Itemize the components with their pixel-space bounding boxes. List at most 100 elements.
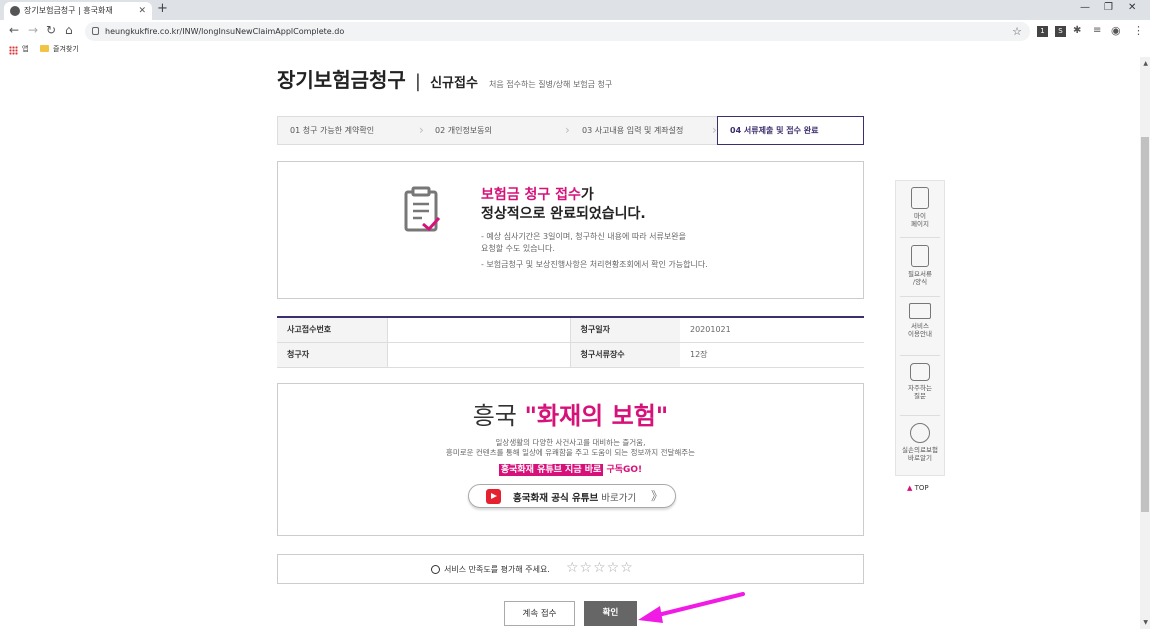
quick-label: 실손의료보험	[902, 446, 938, 454]
person-card-icon	[911, 187, 929, 209]
step-indicator: 01 청구 가능한 계약확인 › 02 개인정보동의 › 03 사고내용 입력 …	[277, 116, 864, 145]
quick-label: 질문	[914, 392, 926, 400]
clipboard-check-icon	[404, 186, 440, 232]
document-icon	[911, 245, 929, 267]
home-icon[interactable]: ⌂	[65, 23, 73, 37]
promo-title: 흥국 "화재의 보험"	[278, 396, 863, 431]
completion-highlight: 보험금 청구 접수	[481, 187, 581, 203]
quick-service-guide[interactable]: 서비스 이용안내	[896, 303, 944, 338]
extension-s-icon[interactable]: S	[1055, 26, 1066, 37]
folder-icon	[40, 45, 49, 52]
page-description: 처음 접수하는 질병/상해 보험금 청구	[489, 80, 613, 89]
cell-value	[386, 317, 571, 343]
note-line: - 보험금청구 및 보상진행사항은 처리현황조회에서 확인 가능합니다.	[481, 260, 708, 269]
quick-documents[interactable]: 필요서류 /양식	[896, 245, 944, 286]
step-4-active: 04 서류제출 및 접수 완료	[717, 116, 864, 145]
completion-heading-line1: 보험금 청구 접수가	[481, 184, 594, 204]
profile-avatar-icon[interactable]: ◉	[1111, 24, 1121, 37]
back-icon[interactable]: ←	[9, 23, 19, 37]
promo-cta-highlight: 흥국화재 유튜브 지금 바로	[498, 464, 604, 476]
page-scrollbar[interactable]	[1140, 57, 1150, 629]
completion-notes: - 예상 심사기간은 3일이며, 청구하신 내용에 따라 서류보완을 요청할 수…	[481, 231, 708, 271]
divider	[900, 355, 940, 356]
continue-claim-button[interactable]: 계속 접수	[504, 601, 575, 626]
step-1: 01 청구 가능한 계약확인	[277, 116, 425, 145]
cell-label: 청구서류장수	[570, 342, 680, 368]
rating-stars[interactable]: ☆☆☆☆☆	[566, 560, 634, 576]
quick-label: /양식	[912, 278, 928, 286]
scroll-thumb[interactable]	[1141, 137, 1149, 512]
rating-label: 서비스 만족도를 평가해 주세요.	[444, 565, 550, 574]
bookmarks-bar: 앱 즐겨찾기	[0, 43, 1150, 57]
double-chevron-right-icon: 》	[650, 489, 663, 503]
table-row: 청구자 청구서류장수 12장	[277, 342, 864, 368]
bookmark-apps[interactable]: 앱	[22, 44, 28, 54]
lightbulb-icon	[910, 423, 930, 443]
page-title: 장기보험금청구	[277, 68, 406, 92]
browser-tabbar: 장기보험금청구 | 흥국화재 ✕ + — ❐ ✕	[0, 0, 1150, 20]
scroll-up-icon[interactable]: ▲	[1143, 60, 1148, 67]
new-tab-icon[interactable]: +	[157, 1, 168, 16]
satisfaction-rating: 서비스 만족도를 평가해 주세요. ☆☆☆☆☆	[277, 554, 864, 584]
youtube-promo-banner: 흥국 "화재의 보험" 일상생활의 다양한 사건사고를 대비하는 즐거움, 흥미…	[277, 383, 864, 536]
youtube-button-label: 흥국화재 공식 유튜브 바로가기	[513, 490, 636, 504]
cell-value	[386, 342, 571, 368]
extensions-puzzle-icon[interactable]: ✱	[1073, 25, 1081, 36]
annotation-arrow-icon	[638, 592, 745, 623]
note-line: 요청할 수도 있습니다.	[481, 244, 555, 253]
quick-label: 필요서류	[908, 270, 932, 278]
divider	[900, 415, 940, 416]
quick-label: 마이	[914, 212, 926, 220]
quick-menu: 마이 페이지 필요서류 /양식 서비스 이용안내 자주하는 질문 실손의료보험 …	[895, 180, 945, 476]
title-separator: |	[414, 71, 421, 92]
window-close-icon[interactable]: ✕	[1128, 2, 1136, 13]
smile-icon	[431, 565, 440, 574]
cell-value: 12장	[680, 342, 864, 368]
top-label: TOP	[914, 484, 929, 492]
page-header: 장기보험금청구 | 신규접수 처음 접수하는 질병/상해 보험금 청구	[277, 64, 612, 93]
url-text: heungkukfire.co.kr/INW/longInsuNewClaimA…	[105, 27, 345, 36]
quick-faq[interactable]: 자주하는 질문	[896, 363, 944, 400]
minimize-icon[interactable]: —	[1080, 2, 1090, 13]
site-favicon-icon	[10, 6, 20, 16]
cell-label: 사고접수번호	[277, 317, 387, 343]
tab-close-icon[interactable]: ✕	[138, 2, 146, 20]
address-bar[interactable]: heungkukfire.co.kr/INW/longInsuNewClaimA…	[85, 22, 1030, 41]
quick-medical-insurance[interactable]: 실손의료보험 바로알기	[896, 423, 944, 462]
menu-kebab-icon[interactable]: ⋮	[1133, 24, 1144, 37]
reading-list-icon[interactable]: ≡	[1093, 25, 1101, 36]
quick-label: 이용안내	[908, 330, 932, 338]
table-row: 사고접수번호 청구일자 20201021	[277, 317, 864, 343]
tab-title: 장기보험금청구 | 흥국화재	[24, 6, 113, 15]
extension-1-icon[interactable]: 1	[1037, 26, 1048, 37]
up-triangle-icon: ▲	[907, 484, 913, 492]
reload-icon[interactable]: ↻	[46, 23, 56, 37]
divider	[900, 296, 940, 297]
forward-icon[interactable]: →	[28, 23, 38, 37]
bookmark-favorites[interactable]: 즐겨찾기	[40, 44, 79, 54]
bookmark-star-icon[interactable]: ☆	[1012, 22, 1022, 41]
note-line: - 예상 심사기간은 3일이며, 청구하신 내용에 따라 서류보완을	[481, 232, 686, 241]
promo-cta: 흥국화재 유튜브 지금 바로 구독GO!	[278, 462, 863, 476]
promo-title-prefix: 흥국	[472, 402, 525, 430]
apps-grid-icon[interactable]	[9, 46, 18, 55]
youtube-label-bold: 흥국화재 공식 유튜브	[513, 493, 599, 504]
promo-title-highlight: "화재의 보험"	[524, 402, 669, 430]
step-2: 02 개인정보동의	[423, 116, 571, 145]
youtube-channel-button[interactable]: 흥국화재 공식 유튜브 바로가기 》	[468, 484, 676, 508]
chat-bubble-icon	[910, 363, 930, 381]
cell-value: 20201021	[680, 317, 864, 343]
youtube-icon	[486, 489, 501, 504]
promo-text-line2: 흥미로운 컨텐츠를 통해 일상에 유쾌함을 주고 도움이 되는 정보까지 전달해…	[445, 448, 696, 457]
bookmark-favorites-label: 즐겨찾기	[53, 45, 79, 53]
scroll-to-top-link[interactable]: ▲ TOP	[907, 484, 929, 492]
step-3: 03 사고내용 입력 및 계좌설정	[570, 116, 718, 145]
cell-label: 청구일자	[570, 317, 680, 343]
quick-my-page[interactable]: 마이 페이지	[896, 187, 944, 228]
divider	[900, 237, 940, 238]
lock-icon	[92, 27, 99, 35]
browser-tab[interactable]: 장기보험금청구 | 흥국화재 ✕	[4, 2, 152, 20]
restore-icon[interactable]: ❐	[1104, 2, 1113, 13]
scroll-down-icon[interactable]: ▼	[1143, 619, 1148, 626]
completion-head-suffix: 가	[580, 187, 594, 203]
